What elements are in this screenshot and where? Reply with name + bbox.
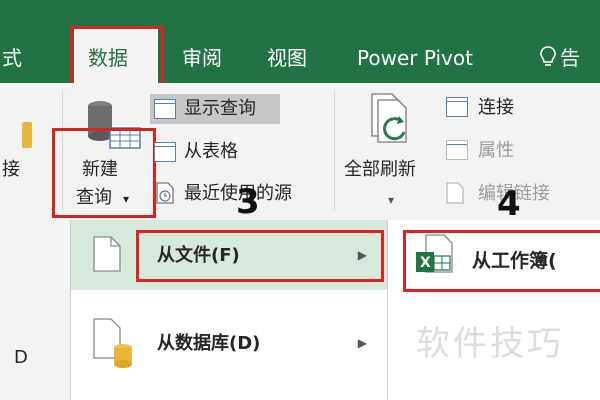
group-separator [334, 90, 335, 210]
worksheet-edge: D [0, 223, 70, 400]
tab-power-pivot[interactable]: Power Pivot [357, 45, 473, 71]
cell-partial-text: D [14, 347, 28, 368]
file-icon [93, 236, 121, 276]
edit-links-icon [446, 182, 464, 204]
step-number-3: 3 [236, 182, 260, 222]
step-number-4: 4 [497, 184, 521, 224]
database-file-icon [93, 318, 133, 374]
connections-label[interactable]: 连接 [478, 96, 514, 120]
from-table-icon [154, 142, 176, 162]
from-table-label[interactable]: 从表格 [184, 140, 238, 164]
highlight-from-workbook [403, 230, 600, 292]
refresh-all-caret-icon[interactable]: ▾ [388, 188, 394, 212]
recent-sources-icon [156, 182, 174, 204]
properties-label[interactable]: 属性 [478, 139, 514, 163]
highlight-from-file [136, 230, 384, 282]
partial-button-icon [22, 122, 32, 148]
connections-icon [446, 97, 468, 117]
tab-review[interactable]: 审阅 [182, 45, 222, 71]
tab-view[interactable]: 视图 [267, 45, 307, 71]
highlight-new-query [52, 128, 156, 218]
properties-icon [446, 140, 468, 160]
submenu-arrow-icon: ▶ [357, 336, 367, 350]
tell-me-lightbulb-icon[interactable] [540, 45, 556, 71]
highlight-tab-data [70, 26, 164, 86]
menu-item-from-database[interactable]: 从数据库(D) ▶ [71, 310, 387, 380]
show-queries-label[interactable]: 显示查询 [184, 97, 256, 121]
refresh-all-icon [368, 92, 418, 148]
tab-formulas-partial[interactable]: 式 [2, 45, 22, 71]
show-queries-icon [154, 99, 176, 119]
watermark-text: 软件技巧 [416, 324, 564, 364]
refresh-all-label[interactable]: 全部刷新 [344, 158, 416, 182]
tab-tell-me-partial[interactable]: 告 [560, 45, 580, 71]
partial-connect-label[interactable]: 接 [2, 158, 20, 182]
menu-item-from-database-label: 从数据库(D) [157, 333, 261, 354]
